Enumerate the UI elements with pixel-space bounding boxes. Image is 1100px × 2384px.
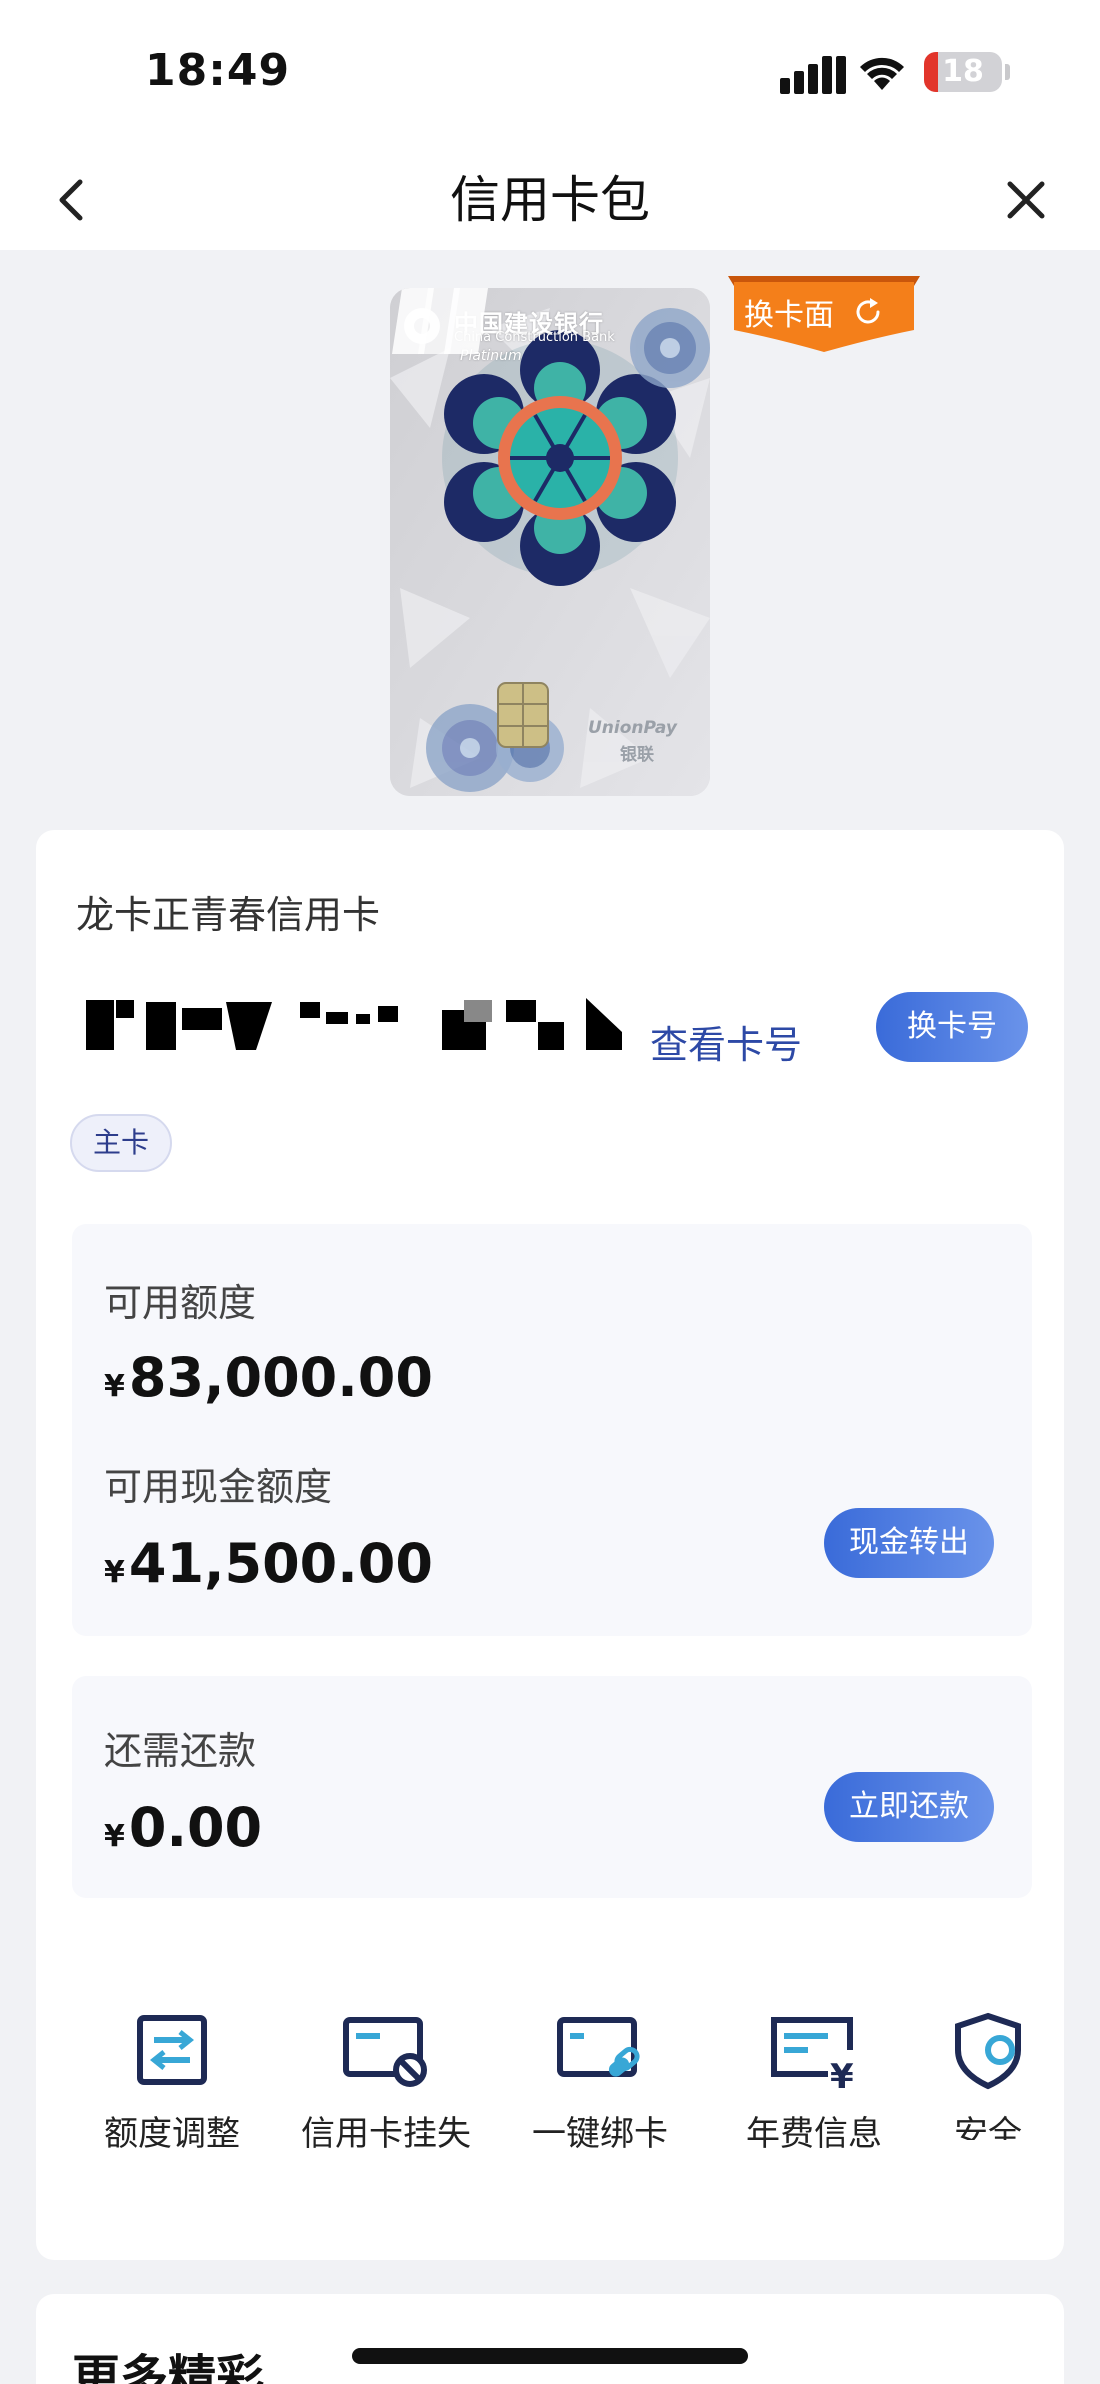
- shortcut-label: 年费信息: [746, 2114, 882, 2154]
- repayment-due-amount: 0.00: [128, 1796, 263, 1859]
- card-name: 龙卡正青春信用卡: [76, 893, 381, 937]
- available-limit-amount: 83,000.00: [128, 1346, 433, 1409]
- unionpay-en: UnionPay: [588, 718, 677, 738]
- battery-icon: 18: [924, 52, 1002, 92]
- change-card-face-label: 换卡面: [744, 298, 834, 333]
- currency-symbol: ¥: [104, 1555, 125, 1590]
- repay-now-button[interactable]: 立即还款: [824, 1772, 994, 1842]
- home-indicator[interactable]: [352, 2348, 748, 2364]
- shortcut-label: 额度调整: [104, 2114, 240, 2154]
- credit-card-image[interactable]: 中国建设银行 China Construction Bank Platinum …: [390, 288, 710, 796]
- annual-fee-icon: ¥: [771, 2017, 854, 2090]
- view-card-number-link[interactable]: 查看卡号: [650, 1014, 802, 1069]
- shortcut-label: 信用卡挂失: [301, 2114, 471, 2154]
- change-card-face-button[interactable]: 换卡面: [724, 276, 924, 372]
- battery-nub: [1005, 64, 1010, 80]
- unionpay-cn: 银联: [620, 745, 654, 765]
- shortcut-label: 安全: [954, 2114, 1022, 2140]
- shortcut-card-lost[interactable]: 信用卡挂失: [286, 2010, 486, 2155]
- cash-limit-amount: 41,500.00: [128, 1532, 433, 1595]
- close-icon[interactable]: [996, 170, 1056, 230]
- shortcut-security-inner: 安全: [928, 2010, 1032, 2140]
- nav-bar: 信用卡包: [0, 150, 1100, 250]
- status-bar: 18:49 18: [0, 0, 1100, 150]
- svg-text:¥: ¥: [830, 2057, 854, 2090]
- card-lost-icon: [343, 2017, 427, 2087]
- shortcut-label: 一键绑卡: [532, 2114, 668, 2154]
- shortcut-limit-adjust[interactable]: 额度调整: [72, 2010, 272, 2155]
- refresh-icon: [856, 298, 880, 324]
- wifi-icon: [860, 57, 904, 90]
- security-shield-icon: [955, 2012, 1021, 2090]
- cash-transfer-button[interactable]: 现金转出: [824, 1508, 994, 1578]
- primary-card-tag: 主卡: [70, 1114, 172, 1172]
- masked-card-number: [86, 998, 622, 1050]
- page-title: 信用卡包: [450, 171, 650, 229]
- shortcut-security[interactable]: 安全: [928, 2000, 1032, 2140]
- change-card-number-button[interactable]: 换卡号: [876, 992, 1028, 1062]
- repayment-due-value: ¥0.00: [104, 1796, 262, 1859]
- currency-symbol: ¥: [104, 1369, 125, 1404]
- signal-icon: [780, 56, 846, 94]
- cash-limit-label: 可用现金额度: [104, 1465, 333, 1509]
- shortcut-annual-fee[interactable]: ¥ 年费信息: [714, 2010, 914, 2155]
- shortcut-card-bind[interactable]: 一键绑卡: [500, 2010, 700, 2155]
- available-limit-value: ¥83,000.00: [104, 1346, 433, 1409]
- more-section-title: 更多精彩: [72, 2350, 265, 2384]
- repayment-due-label: 还需还款: [104, 1729, 257, 1773]
- battery-level: 18: [942, 54, 984, 89]
- card-bind-icon: [557, 2017, 640, 2077]
- unionpay-logo: [392, 288, 488, 354]
- limit-adjust-icon: [137, 2015, 207, 2085]
- cash-limit-value: ¥41,500.00: [104, 1532, 433, 1595]
- status-time: 18:49: [145, 45, 291, 96]
- currency-symbol: ¥: [104, 1819, 125, 1854]
- available-limit-label: 可用额度: [104, 1281, 257, 1325]
